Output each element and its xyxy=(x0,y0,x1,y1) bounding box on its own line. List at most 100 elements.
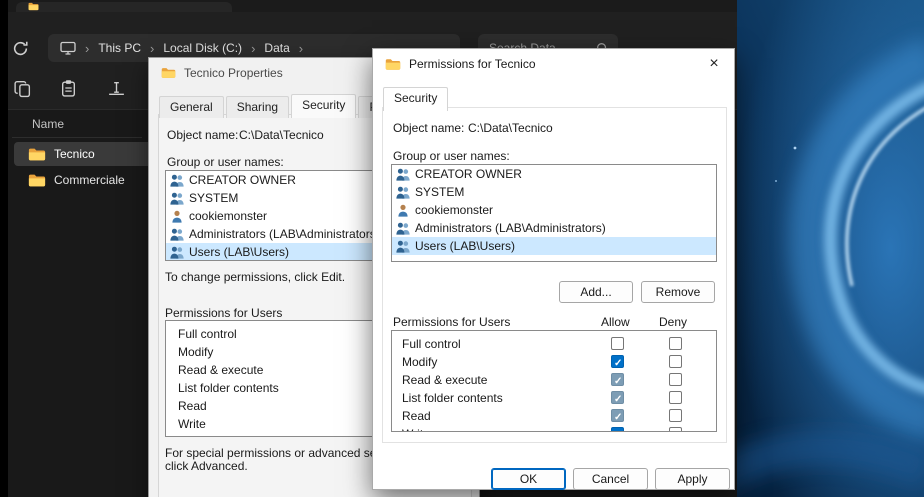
group-name: SYSTEM xyxy=(189,191,238,205)
group-icon xyxy=(170,192,184,205)
group-name: CREATOR OWNER xyxy=(189,173,296,187)
chevron-right-icon: › xyxy=(150,41,154,56)
group-name: cookiemonster xyxy=(415,203,493,217)
paste-button[interactable] xyxy=(54,74,82,102)
group-item[interactable]: SYSTEM xyxy=(392,183,716,201)
group-icon xyxy=(396,222,410,235)
group-name: cookiemonster xyxy=(189,209,267,223)
allow-checkbox[interactable] xyxy=(611,427,624,432)
group-item-selected[interactable]: Users (LAB\Users) xyxy=(392,237,716,255)
object-name-value: C:\Data\Tecnico xyxy=(468,121,553,135)
group-icon xyxy=(396,240,410,253)
deny-checkbox[interactable] xyxy=(669,337,682,350)
permissions-for-users-label: Permissions for Users xyxy=(393,315,510,329)
object-name-label: Object name: xyxy=(167,128,238,142)
group-item[interactable]: Administrators (LAB\Administrators) xyxy=(392,219,716,237)
deny-checkbox[interactable] xyxy=(669,427,682,432)
permission-entries-list: Full control Modify Read & execute List … xyxy=(391,330,717,432)
group-icon xyxy=(170,174,184,187)
breadcrumb-this-pc[interactable]: This PC xyxy=(98,41,141,55)
permission-row: Read & execute xyxy=(392,371,716,389)
folder-icon xyxy=(28,173,46,188)
tab-security[interactable]: Security xyxy=(383,87,448,111)
deny-checkbox[interactable] xyxy=(669,391,682,404)
permission-name: Read & execute xyxy=(402,373,487,387)
tab-security[interactable]: Security xyxy=(291,94,356,118)
deny-checkbox[interactable] xyxy=(669,355,682,368)
add-button[interactable]: Add... xyxy=(559,281,633,303)
breadcrumb-local-disk[interactable]: Local Disk (C:) xyxy=(163,41,242,55)
folder-icon xyxy=(161,67,176,79)
permission-row: Write xyxy=(392,425,716,432)
copy-button[interactable] xyxy=(8,74,36,102)
explorer-tab[interactable] xyxy=(16,2,232,12)
tab-general[interactable]: General xyxy=(159,96,224,118)
deny-column-header: Deny xyxy=(659,315,687,329)
apply-button[interactable]: Apply xyxy=(655,468,730,490)
allow-checkbox[interactable] xyxy=(611,391,624,404)
permission-name: Full control xyxy=(178,327,237,341)
allow-checkbox[interactable] xyxy=(611,355,624,368)
rename-icon xyxy=(107,79,126,98)
permission-row: List folder contents xyxy=(392,389,716,407)
folder-icon xyxy=(28,2,39,11)
permission-name: Write xyxy=(178,417,206,431)
permissions-for-users-label: Permissions for Users xyxy=(165,306,282,320)
group-list: CREATOR OWNER SYSTEM cookiemonster Admin… xyxy=(391,164,717,262)
group-item[interactable]: cookiemonster xyxy=(392,201,716,219)
permissions-dialog: Permissions for Tecnico × Security Objec… xyxy=(372,48,735,490)
tab-sharing[interactable]: Sharing xyxy=(226,96,289,118)
group-icon xyxy=(170,228,184,241)
explorer-tabstrip xyxy=(0,0,737,12)
desktop: › This PC › Local Disk (C:) › Data › Sea… xyxy=(0,0,924,497)
user-icon xyxy=(170,210,184,223)
group-name: Administrators (LAB\Administrators) xyxy=(189,227,380,241)
close-icon: × xyxy=(709,55,718,72)
permissions-titlebar[interactable]: Permissions for Tecnico × xyxy=(373,49,734,79)
permission-name: Read & execute xyxy=(178,363,263,377)
chevron-right-icon: › xyxy=(299,41,303,56)
cancel-button[interactable]: Cancel xyxy=(573,468,648,490)
permission-name: Read xyxy=(402,409,431,423)
window-title: Tecnico Properties xyxy=(184,66,283,80)
allow-checkbox[interactable] xyxy=(611,409,624,422)
window-title: Permissions for Tecnico xyxy=(409,57,536,71)
permission-row: Read xyxy=(392,407,716,425)
file-name: Commerciale xyxy=(54,173,125,187)
this-pc-icon xyxy=(60,41,76,55)
group-icon xyxy=(396,168,410,181)
group-names-label: Group or user names: xyxy=(167,155,284,169)
group-item[interactable]: CREATOR OWNER xyxy=(392,165,716,183)
close-button[interactable]: × xyxy=(702,54,726,74)
column-header-name[interactable]: Name xyxy=(32,117,64,131)
file-name: Tecnico xyxy=(54,147,95,161)
rename-button[interactable] xyxy=(102,74,130,102)
permission-name: Write xyxy=(402,427,430,432)
folder-icon xyxy=(385,58,401,71)
column-separator xyxy=(12,137,142,138)
group-icon xyxy=(170,246,184,259)
allow-checkbox[interactable] xyxy=(611,373,624,386)
copy-icon xyxy=(13,79,32,98)
paste-icon xyxy=(59,79,78,98)
deny-checkbox[interactable] xyxy=(669,409,682,422)
deny-checkbox[interactable] xyxy=(669,373,682,386)
group-name: CREATOR OWNER xyxy=(415,167,522,181)
permission-name: Modify xyxy=(178,345,213,359)
allow-checkbox[interactable] xyxy=(611,337,624,350)
group-name: Users (LAB\Users) xyxy=(189,245,289,259)
chevron-right-icon: › xyxy=(251,41,255,56)
group-name: SYSTEM xyxy=(415,185,464,199)
breadcrumb-data[interactable]: Data xyxy=(264,41,289,55)
object-name-value: C:\Data\Tecnico xyxy=(239,128,324,142)
refresh-button[interactable] xyxy=(12,40,30,58)
group-names-label: Group or user names: xyxy=(393,149,510,163)
permission-row: Modify xyxy=(392,353,716,371)
permission-row: Full control xyxy=(392,335,716,353)
group-name: Administrators (LAB\Administrators) xyxy=(415,221,606,235)
group-name: Users (LAB\Users) xyxy=(415,239,515,253)
ok-button[interactable]: OK xyxy=(491,468,566,490)
group-icon xyxy=(396,186,410,199)
chevron-right-icon: › xyxy=(85,41,89,56)
remove-button[interactable]: Remove xyxy=(641,281,715,303)
